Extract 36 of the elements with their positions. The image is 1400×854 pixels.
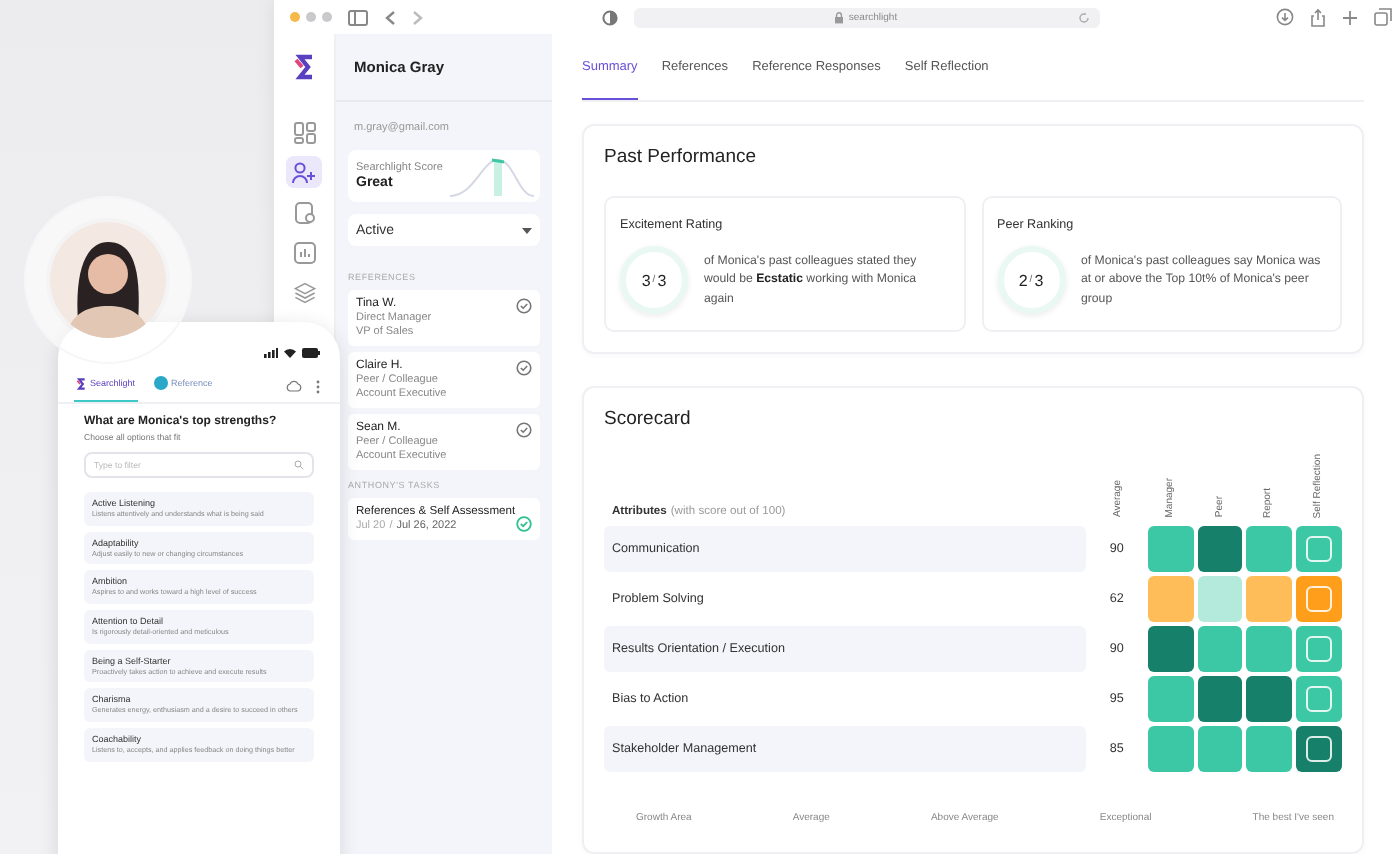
- ratio-total: 3: [1034, 271, 1044, 289]
- chart-icon: [293, 241, 315, 263]
- panel-title: Scorecard: [604, 408, 693, 430]
- ratio-value: 2: [1018, 271, 1028, 289]
- sidebar-toggle-icon[interactable]: [348, 9, 368, 25]
- minimize-window-dot[interactable]: [306, 12, 316, 22]
- ratio-total: 3: [657, 271, 667, 289]
- reload-icon[interactable]: [1077, 11, 1089, 23]
- bell-curve-drawing: [450, 154, 534, 198]
- logo-icon[interactable]: [294, 54, 314, 80]
- back-icon[interactable]: [384, 9, 396, 25]
- search-icon: [294, 460, 304, 470]
- reference-avatar-icon: [153, 376, 168, 390]
- caret-icon: [522, 227, 532, 233]
- share-icon[interactable]: [1310, 7, 1326, 27]
- tabs-icon[interactable]: [1374, 8, 1392, 26]
- signal-icon: [264, 348, 278, 358]
- logo-icon: [76, 377, 86, 389]
- dashboard-icon: [293, 121, 315, 143]
- panel-title: Past Performance: [604, 146, 759, 168]
- layers-icon: [293, 281, 315, 303]
- nav-item[interactable]: [286, 156, 322, 188]
- cloud-icon: [286, 380, 302, 392]
- wifi-icon: [284, 348, 296, 358]
- battery-icon: [302, 348, 320, 358]
- shield-icon[interactable]: [601, 9, 617, 25]
- lock-icon: [834, 11, 845, 23]
- zoom-window-dot[interactable]: [322, 12, 332, 22]
- plus-icon[interactable]: [1342, 9, 1358, 25]
- download-icon[interactable]: [1276, 8, 1294, 26]
- document-icon: [293, 201, 315, 223]
- close-window-dot[interactable]: [290, 12, 300, 22]
- add-person-icon: [292, 161, 316, 183]
- avatar-silhouette: [50, 222, 166, 338]
- ratio-value: 3: [641, 271, 651, 289]
- forward-icon[interactable]: [412, 9, 424, 25]
